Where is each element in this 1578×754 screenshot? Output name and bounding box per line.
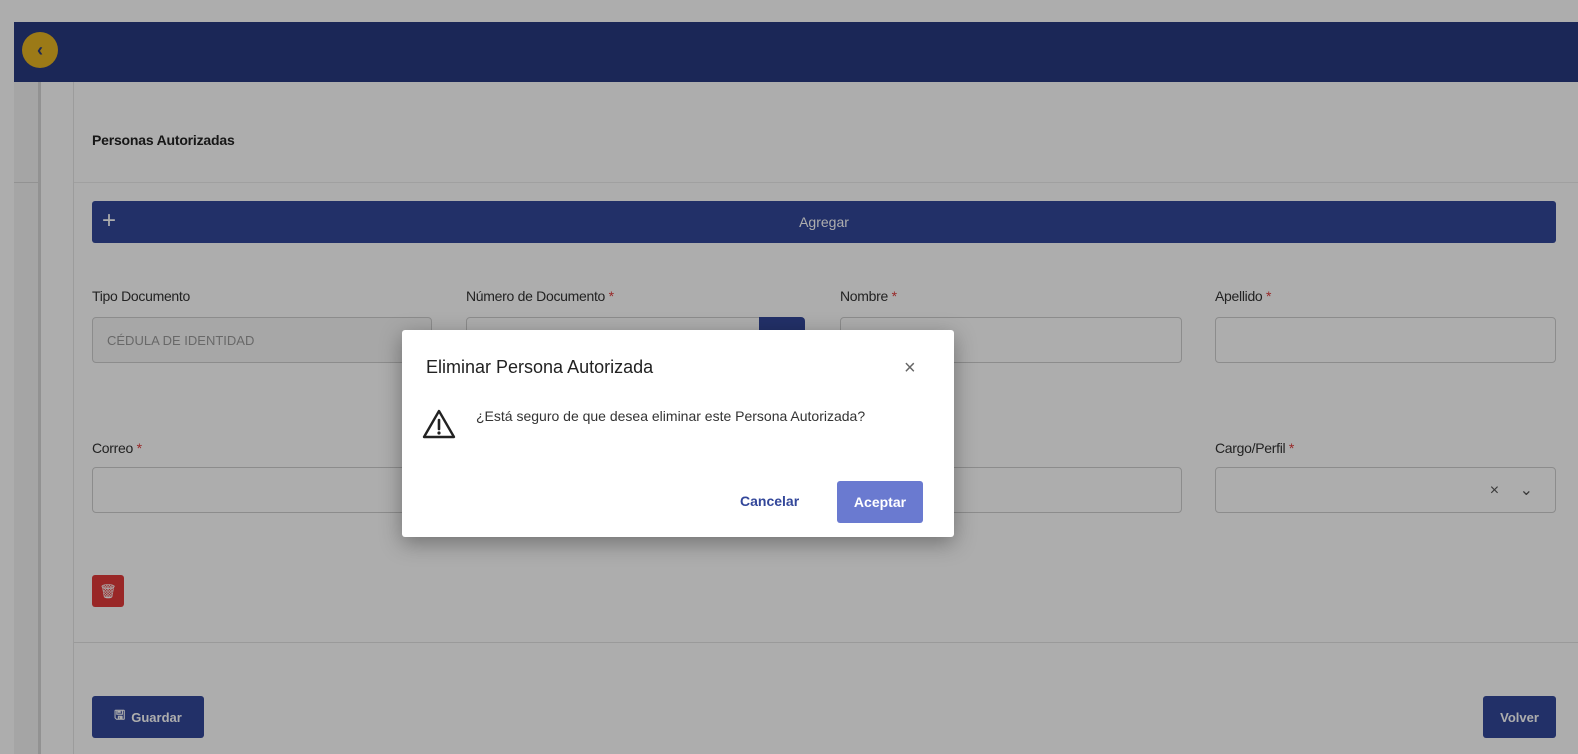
dialog-title: Eliminar Persona Autorizada — [426, 357, 654, 377]
dialog-message: ¿Está seguro de que desea eliminar este … — [476, 408, 866, 424]
page: ‹ Personas Autorizadas + Agregar Tipo Do… — [0, 0, 1578, 754]
accept-button-label: Aceptar — [853, 494, 907, 510]
warning-icon — [422, 409, 456, 439]
accept-button[interactable]: Aceptar — [837, 481, 923, 523]
confirm-delete-dialog: Eliminar Persona Autorizada × ¿Está segu… — [402, 330, 954, 537]
cancel-button[interactable]: Cancelar — [740, 493, 799, 509]
close-icon[interactable]: × — [904, 357, 916, 380]
